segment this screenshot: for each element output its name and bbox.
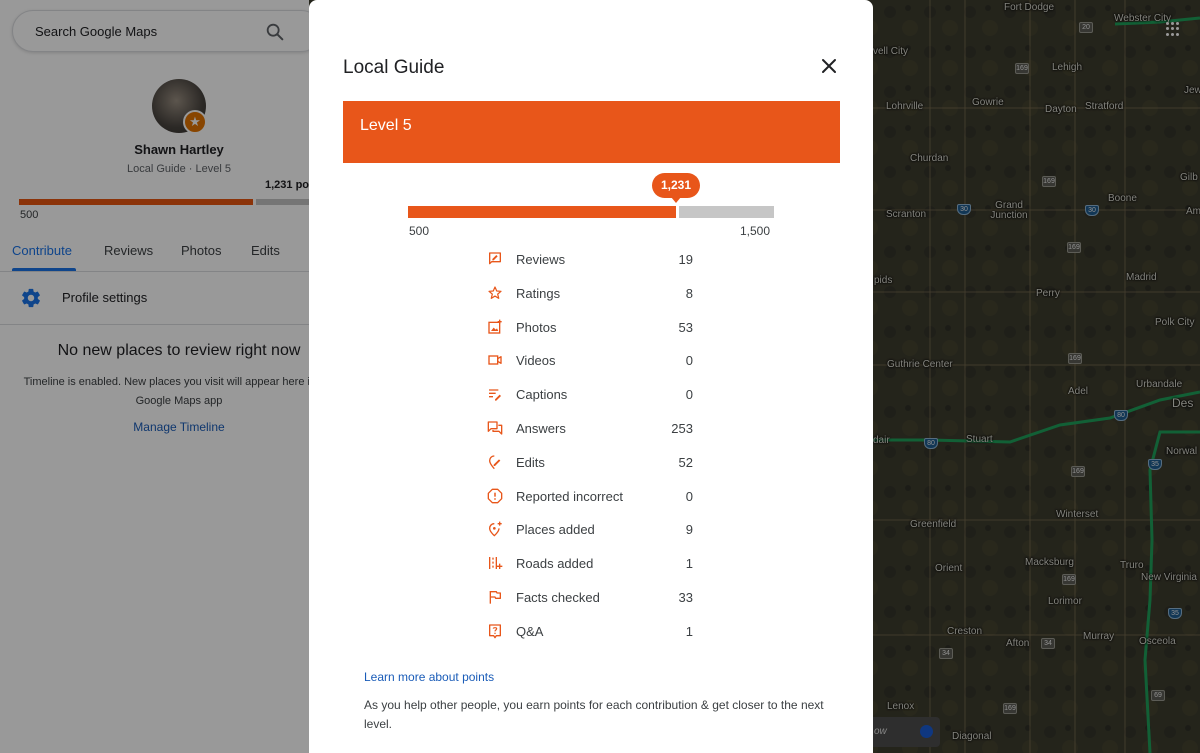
photo-icon	[488, 319, 502, 334]
star-icon	[488, 286, 502, 299]
stat-value: 0	[685, 488, 693, 504]
local-guide-dialog: Local Guide Level 5 1,231 500 1,500 Revi…	[309, 0, 873, 753]
reviews-icon	[489, 252, 501, 265]
stat-value: 1	[685, 623, 693, 639]
stat-row-captions: Captions 0	[487, 378, 697, 412]
stat-row-photos: Photos 53	[487, 311, 697, 345]
progress-fill	[408, 206, 676, 218]
stat-label: Captions	[516, 387, 568, 403]
stat-row-reviews: Reviews 19	[487, 243, 697, 277]
points-bubble: 1,231	[652, 173, 700, 198]
progress-bar	[408, 206, 774, 218]
stat-value: 53	[678, 319, 693, 335]
stat-value: 0	[685, 353, 693, 369]
stat-row-qa: Q&A 1	[487, 615, 697, 649]
stat-label: Edits	[516, 454, 545, 470]
stat-row-roads-added: Roads added 1	[487, 547, 697, 581]
stat-value: 52	[678, 454, 693, 470]
stat-value: 1	[685, 556, 693, 572]
stat-label: Ratings	[516, 285, 561, 301]
stat-value: 33	[678, 589, 693, 605]
stat-row-videos: Videos 0	[487, 344, 697, 378]
stat-row-edits: Edits 52	[487, 446, 697, 480]
stat-row-reported-incorrect: Reported incorrect 0	[487, 480, 697, 514]
stat-label: Roads added	[516, 556, 594, 572]
video-icon	[488, 355, 502, 366]
stat-value: 9	[685, 522, 693, 538]
level-label: Level 5	[360, 117, 412, 134]
points-bubble-pointer	[671, 197, 681, 203]
progress-min-label: 500	[409, 224, 430, 238]
stat-label: Videos	[516, 353, 556, 369]
stat-label: Photos	[516, 319, 557, 335]
add-place-icon	[488, 522, 502, 537]
close-icon[interactable]	[817, 54, 841, 78]
stat-label: Places added	[516, 522, 595, 538]
progress-remaining	[679, 206, 774, 218]
level-banner: Level 5	[343, 101, 840, 163]
report-icon	[487, 488, 503, 503]
stat-label: Reported incorrect	[516, 488, 623, 504]
learn-more-link[interactable]: Learn more about points	[364, 670, 494, 684]
points-explanation: As you help other people, you earn point…	[364, 698, 824, 731]
qa-icon	[489, 624, 501, 639]
stat-row-ratings: Ratings 8	[487, 277, 697, 311]
stat-label: Facts checked	[516, 589, 600, 605]
stat-label: Q&A	[516, 623, 544, 639]
stat-row-answers: Answers 253	[487, 412, 697, 446]
stat-label: Answers	[516, 420, 566, 436]
caption-icon	[489, 389, 501, 401]
road-icon	[489, 557, 503, 570]
answers-icon	[487, 421, 503, 435]
flag-icon	[489, 590, 501, 604]
contribution-stats: Reviews 19 Ratings 8 Photos 53 Videos 0 …	[487, 243, 697, 649]
progress-max-label: 1,500	[740, 224, 771, 238]
stat-value: 253	[671, 420, 693, 436]
stat-value: 19	[678, 252, 693, 267]
dialog-title: Local Guide	[343, 57, 445, 78]
stat-label: Reviews	[516, 252, 566, 267]
stat-row-facts-checked: Facts checked 33	[487, 581, 697, 615]
stat-value: 8	[685, 285, 693, 301]
edit-pin-icon	[488, 455, 501, 469]
stat-row-places-added: Places added 9	[487, 513, 697, 547]
stat-value: 0	[685, 387, 693, 403]
